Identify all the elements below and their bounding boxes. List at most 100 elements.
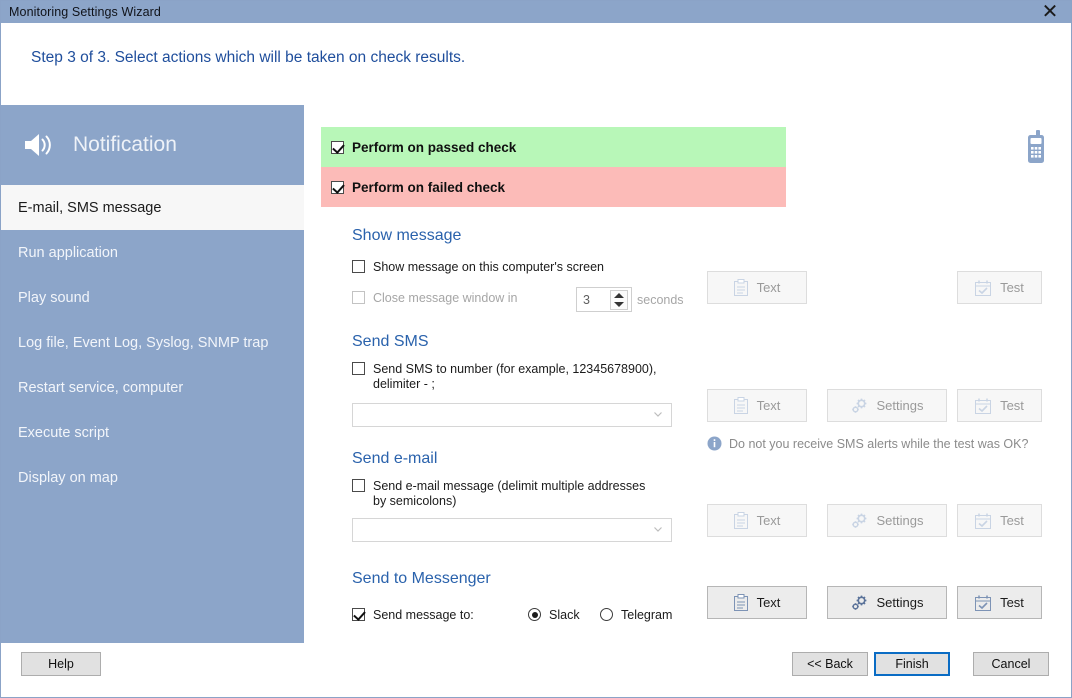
button-label: Settings	[876, 513, 924, 528]
chevron-down-icon	[654, 527, 662, 532]
cancel-button[interactable]: Cancel	[973, 652, 1049, 676]
sms-hint-text: Do not you receive SMS alerts while the …	[729, 436, 1029, 451]
show-message-label: Show message on this computer's screen	[373, 260, 604, 274]
sidebar-item-label: Execute script	[18, 424, 110, 441]
button-label: Test	[1000, 595, 1024, 610]
show-message-text-button[interactable]: Text	[707, 271, 807, 304]
close-message-window-checkbox[interactable]	[352, 291, 365, 304]
footer-bar: Help << Back Finish Cancel	[1, 643, 1071, 697]
send-messenger-enable-row[interactable]: Send message to:	[352, 608, 474, 623]
telegram-radio[interactable]	[600, 608, 613, 621]
send-sms-number-combo[interactable]	[352, 403, 672, 427]
button-label: Text	[756, 595, 781, 610]
speaker-icon	[23, 130, 57, 160]
send-messenger-test-button[interactable]: Test	[957, 586, 1042, 619]
send-sms-settings-button[interactable]: Settings	[827, 389, 947, 422]
close-seconds-stepper[interactable]: 3	[576, 287, 632, 312]
sidebar-item-restart-service[interactable]: Restart service, computer	[1, 365, 304, 410]
calendar-check-icon	[975, 513, 992, 529]
calendar-check-icon	[975, 280, 992, 296]
button-label: Settings	[876, 595, 924, 610]
send-email-test-button[interactable]: Test	[957, 504, 1042, 537]
sidebar-item-display-on-map[interactable]: Display on map	[1, 455, 304, 500]
send-messenger-settings-button[interactable]: Settings	[827, 586, 947, 619]
send-sms-text-button[interactable]: Text	[707, 389, 807, 422]
clipboard-icon	[733, 594, 748, 611]
close-message-window-row[interactable]: Close message window in	[352, 291, 518, 306]
button-label: Settings	[876, 398, 924, 413]
close-seconds-arrows[interactable]	[610, 290, 628, 310]
stepper-up-icon[interactable]	[614, 293, 624, 298]
button-label: Text	[756, 280, 781, 295]
button-label: Test	[1000, 513, 1024, 528]
section-title-send-email: Send e-mail	[352, 450, 438, 467]
messenger-option-slack[interactable]: Slack	[528, 608, 580, 623]
main-content: Perform on passed check Perform on faile…	[304, 105, 1071, 643]
close-seconds-unit: seconds	[637, 293, 684, 307]
send-email-checkbox[interactable]	[352, 479, 365, 492]
help-button[interactable]: Help	[21, 652, 101, 676]
back-button[interactable]: << Back	[792, 652, 868, 676]
send-sms-test-button[interactable]: Test	[957, 389, 1042, 422]
calendar-check-icon	[975, 398, 992, 414]
send-messenger-text-button[interactable]: Text	[707, 586, 807, 619]
show-message-test-button[interactable]: Test	[957, 271, 1042, 304]
button-label: Test	[1000, 280, 1024, 295]
clipboard-icon	[733, 512, 748, 529]
sms-hint[interactable]: Do not you receive SMS alerts while the …	[707, 436, 1028, 451]
sidebar-item-email-sms[interactable]: E-mail, SMS message	[1, 185, 304, 230]
clipboard-icon	[733, 397, 748, 414]
button-label: Text	[756, 398, 781, 413]
messenger-option-telegram[interactable]: Telegram	[600, 608, 672, 623]
button-label: Test	[1000, 398, 1024, 413]
wizard-window: Monitoring Settings Wizard ✕ Step 3 of 3…	[0, 0, 1072, 698]
chevron-down-icon	[654, 412, 662, 417]
slack-label: Slack	[549, 608, 580, 622]
section-title-send-sms: Send SMS	[352, 333, 429, 350]
mobile-phone-icon	[1023, 129, 1049, 172]
sidebar-item-label: Display on map	[18, 469, 118, 486]
send-messenger-label: Send message to:	[373, 608, 474, 622]
close-message-window-label: Close message window in	[373, 291, 518, 305]
perform-on-failed-check-checkbox[interactable]	[331, 180, 344, 194]
sidebar-item-label: Play sound	[18, 289, 90, 306]
send-sms-label: Send SMS to number (for example, 1234567…	[373, 362, 657, 391]
perform-on-failed-check-label: Perform on failed check	[352, 179, 506, 195]
send-sms-enable-row[interactable]: Send SMS to number (for example, 1234567…	[352, 362, 658, 392]
sidebar-item-play-sound[interactable]: Play sound	[1, 275, 304, 320]
send-email-enable-row[interactable]: Send e-mail message (delimit multiple ad…	[352, 479, 658, 509]
info-icon	[707, 436, 722, 451]
perform-on-failed-check-row[interactable]: Perform on failed check	[321, 167, 786, 207]
send-email-address-combo[interactable]	[352, 518, 672, 542]
sidebar-item-label: Run application	[18, 244, 118, 261]
finish-button[interactable]: Finish	[874, 652, 950, 676]
sidebar-title: Notification	[73, 133, 177, 156]
section-title-show-message: Show message	[352, 227, 462, 244]
close-seconds-value[interactable]: 3	[577, 293, 590, 307]
button-label: Text	[756, 513, 781, 528]
calendar-check-icon	[975, 595, 992, 611]
perform-on-passed-check-row[interactable]: Perform on passed check	[321, 127, 786, 167]
sidebar-item-log-file[interactable]: Log file, Event Log, Syslog, SNMP trap	[1, 320, 304, 365]
close-icon[interactable]: ✕	[1033, 1, 1067, 25]
clipboard-icon	[733, 279, 748, 296]
window-title: Monitoring Settings Wizard	[9, 5, 161, 19]
step-title: Step 3 of 3. Select actions which will b…	[31, 49, 466, 66]
stepper-down-icon[interactable]	[614, 302, 624, 307]
send-email-settings-button[interactable]: Settings	[827, 504, 947, 537]
show-message-enable-row[interactable]: Show message on this computer's screen	[352, 260, 604, 275]
send-messenger-checkbox[interactable]	[352, 608, 365, 621]
sidebar-item-run-application[interactable]: Run application	[1, 230, 304, 275]
send-email-label: Send e-mail message (delimit multiple ad…	[373, 479, 646, 508]
sidebar-item-label: Log file, Event Log, Syslog, SNMP trap	[18, 334, 269, 351]
title-bar: Monitoring Settings Wizard ✕	[1, 1, 1071, 25]
send-email-text-button[interactable]: Text	[707, 504, 807, 537]
sidebar-item-execute-script[interactable]: Execute script	[1, 410, 304, 455]
gears-icon	[851, 513, 866, 528]
slack-radio[interactable]	[528, 608, 541, 621]
perform-on-passed-check-checkbox[interactable]	[331, 140, 344, 154]
section-title-send-messenger: Send to Messenger	[352, 570, 491, 587]
sidebar-item-label: Restart service, computer	[18, 379, 184, 396]
send-sms-checkbox[interactable]	[352, 362, 365, 375]
show-message-checkbox[interactable]	[352, 260, 365, 273]
